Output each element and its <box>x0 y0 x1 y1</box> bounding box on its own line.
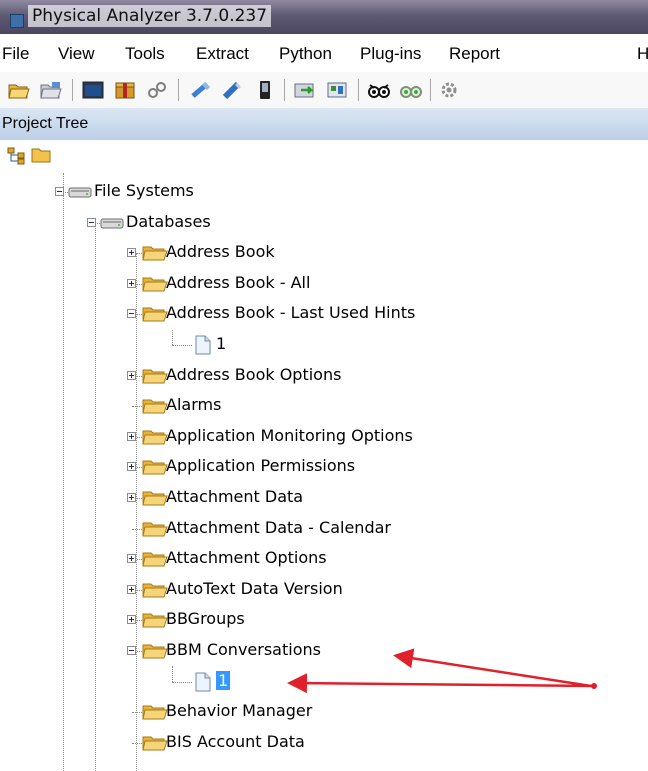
menu-report[interactable]: Report <box>449 44 500 64</box>
watch-list-icon[interactable] <box>366 77 392 103</box>
watch-list-green-icon[interactable] <box>398 77 424 103</box>
collapse-toggle[interactable] <box>55 187 64 196</box>
usb-cable-icon[interactable] <box>188 77 214 103</box>
folder-icon <box>142 611 168 633</box>
tree-connector-line <box>172 345 192 346</box>
panel-title: Project Tree <box>2 115 89 132</box>
collapse-toggle[interactable] <box>127 309 136 319</box>
folder-icon <box>142 428 168 450</box>
console-icon[interactable] <box>80 77 106 103</box>
toolbar-separator <box>358 79 359 101</box>
toolbar-separator <box>72 79 73 101</box>
expand-toggle[interactable] <box>127 615 136 625</box>
folder-icon <box>142 275 168 297</box>
tree-item-label[interactable]: BBM Conversations <box>166 640 321 659</box>
file-icon <box>194 335 212 359</box>
tree-item-label[interactable]: Application Permissions <box>166 456 355 475</box>
expand-toggle[interactable] <box>127 493 136 502</box>
folder-icon <box>142 367 168 389</box>
menu-bar: File View Tools Extract Python Plug-ins … <box>0 34 648 73</box>
toolbar-separator <box>430 79 431 101</box>
link-icon[interactable] <box>144 77 170 103</box>
folder-icon <box>142 642 168 664</box>
tree-item-label-selected[interactable]: 1 <box>216 670 231 690</box>
tree-connector-line <box>172 681 192 683</box>
folder-icon <box>142 550 168 572</box>
menu-plugins[interactable]: Plug-ins <box>360 44 421 64</box>
menu-tools[interactable]: Tools <box>125 44 165 64</box>
window-title: Physical Analyzer 3.7.0.237 <box>28 5 272 27</box>
toolbar-separator <box>178 79 179 101</box>
main-toolbar <box>0 72 648 109</box>
tree-guide-line <box>95 222 96 771</box>
tree-item-label[interactable]: Attachment Options <box>166 548 327 567</box>
expand-toggle[interactable] <box>127 584 136 594</box>
file-icon <box>194 672 212 696</box>
expand-toggle[interactable] <box>127 554 136 564</box>
menu-view[interactable]: View <box>58 44 95 64</box>
tree-guide-line <box>63 173 64 771</box>
expand-toggle[interactable] <box>127 370 136 380</box>
folder-icon <box>142 244 168 266</box>
toolbar-separator <box>284 79 285 101</box>
tree-connector-line <box>172 666 173 682</box>
folder-icon[interactable] <box>28 142 54 168</box>
folder-icon <box>142 520 168 542</box>
export-icon[interactable] <box>292 77 318 103</box>
tree-guide-line <box>136 253 137 771</box>
tree-item-label[interactable]: Address Book - Last Used Hints <box>166 303 415 322</box>
folder-icon <box>142 397 168 419</box>
tree-item-label[interactable]: Address Book - All <box>166 273 310 292</box>
expand-toggle[interactable] <box>127 278 136 288</box>
collapse-toggle[interactable] <box>87 217 96 227</box>
report-icon[interactable] <box>324 77 350 103</box>
folder-icon <box>142 305 168 327</box>
tree-item-label[interactable]: Address Book Options <box>166 365 341 384</box>
expand-toggle[interactable] <box>127 431 136 441</box>
menu-extract[interactable]: Extract <box>196 44 249 64</box>
tree-item-label[interactable]: File Systems <box>94 181 194 200</box>
menu-file[interactable]: File <box>2 44 29 64</box>
project-tree-header: Project Tree <box>0 108 648 141</box>
tree-item-label[interactable]: Application Monitoring Options <box>166 426 413 445</box>
folder-icon <box>142 458 168 480</box>
usb-drive-icon[interactable] <box>220 77 246 103</box>
tree-item-label[interactable]: Attachment Data <box>166 487 303 506</box>
folder-icon <box>142 703 168 725</box>
tree-item-label[interactable]: AutoText Data Version <box>166 579 343 598</box>
phone-icon[interactable] <box>252 77 278 103</box>
expand-toggle[interactable] <box>127 248 136 258</box>
tree-item-label[interactable]: 1 <box>216 334 226 353</box>
drive-icon <box>100 215 124 235</box>
title-bar: Physical Analyzer 3.7.0.237 <box>0 0 648 34</box>
package-icon[interactable] <box>112 77 138 103</box>
tree-item-label[interactable]: Behavior Manager <box>166 701 312 720</box>
folder-icon <box>142 489 168 511</box>
menu-help[interactable]: H <box>637 44 648 64</box>
folder-icon <box>142 581 168 603</box>
settings-gear-icon[interactable] <box>436 77 462 103</box>
folder-icon <box>142 734 168 756</box>
tree-connector-line <box>172 329 173 345</box>
tree-item-label[interactable]: Databases <box>126 212 211 231</box>
tree-item-label[interactable]: BBGroups <box>166 609 245 628</box>
drive-icon <box>68 184 92 204</box>
tree-item-label[interactable]: Address Book <box>166 242 275 261</box>
expand-toggle[interactable] <box>127 462 136 472</box>
project-tree: File Systems Databases Address Book Address… <box>0 173 648 771</box>
menu-python[interactable]: Python <box>279 44 332 64</box>
collapse-toggle[interactable] <box>127 646 136 655</box>
hierarchy-icon[interactable] <box>4 142 30 168</box>
open-folder-icon[interactable] <box>6 77 32 103</box>
panel-toolbar <box>0 140 648 173</box>
tree-item-label[interactable]: Attachment Data - Calendar <box>166 518 391 537</box>
open-project-icon[interactable] <box>38 77 64 103</box>
tree-item-label[interactable]: Alarms <box>166 395 221 414</box>
tree-item-label[interactable]: BIS Account Data <box>166 732 305 751</box>
app-icon <box>10 14 24 28</box>
